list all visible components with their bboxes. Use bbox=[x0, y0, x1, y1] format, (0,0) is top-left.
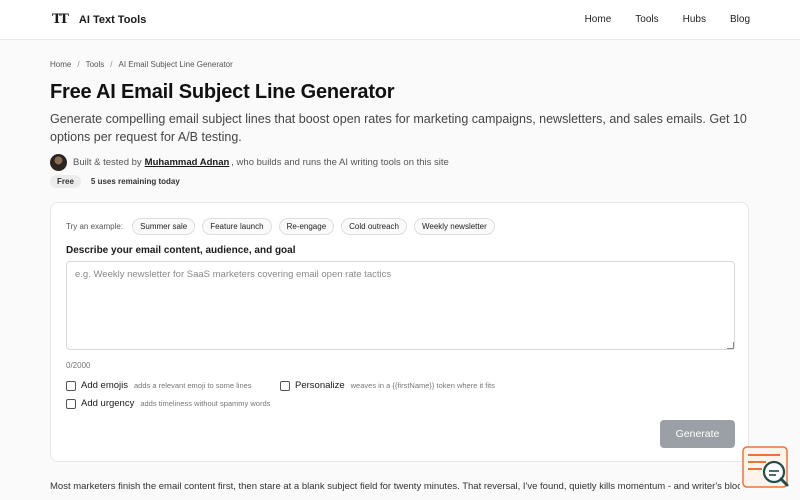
author-link[interactable]: Muhammad Adnan bbox=[145, 157, 230, 168]
add-emojis-hint: adds a relevant emoji to some lines bbox=[134, 381, 252, 390]
free-badge: Free bbox=[50, 175, 81, 188]
option-personalize: Personalize weaves in a {{firstName}} to… bbox=[280, 380, 495, 391]
add-emojis-checkbox[interactable] bbox=[66, 380, 76, 391]
search-chat-icon[interactable] bbox=[742, 445, 790, 493]
generate-button[interactable]: Generate bbox=[660, 420, 735, 448]
examples-label: Try an example: bbox=[66, 222, 124, 231]
breadcrumb-home[interactable]: Home bbox=[50, 60, 71, 69]
add-emojis-label[interactable]: Add emojis bbox=[81, 380, 128, 391]
main-nav: Home Tools Hubs Blog bbox=[585, 14, 750, 25]
example-chip-summer-sale[interactable]: Summer sale bbox=[132, 218, 196, 235]
author-prefix: Built & tested by bbox=[73, 157, 142, 168]
add-urgency-hint: adds timeliness without spammy words bbox=[140, 399, 271, 408]
nav-hubs[interactable]: Hubs bbox=[683, 14, 706, 25]
description-input[interactable] bbox=[66, 261, 735, 350]
main-content: Home / Tools / AI Email Subject Line Gen… bbox=[0, 60, 800, 188]
nav-home[interactable]: Home bbox=[585, 14, 612, 25]
example-chip-weekly-newsletter[interactable]: Weekly newsletter bbox=[413, 218, 495, 235]
breadcrumb: Home / Tools / AI Email Subject Line Gen… bbox=[50, 60, 750, 69]
example-chip-re-engage[interactable]: Re-engage bbox=[278, 218, 335, 235]
top-navbar: TT AI Text Tools Home Tools Hubs Blog bbox=[0, 0, 800, 40]
author-line: Built & tested by Muhammad Adnan , who b… bbox=[50, 154, 750, 171]
generator-card: Try an example: Summer sale Feature laun… bbox=[50, 202, 749, 462]
resize-handle-icon[interactable] bbox=[727, 342, 734, 349]
char-counter: 0/2000 bbox=[66, 361, 91, 370]
add-urgency-label[interactable]: Add urgency bbox=[81, 398, 134, 409]
nav-tools[interactable]: Tools bbox=[635, 14, 658, 25]
breadcrumb-tools[interactable]: Tools bbox=[86, 60, 105, 69]
author-suffix: , who builds and runs the AI writing too… bbox=[231, 157, 449, 168]
breadcrumb-separator: / bbox=[110, 60, 113, 69]
breadcrumb-current: AI Email Subject Line Generator bbox=[118, 60, 233, 69]
personalize-label[interactable]: Personalize bbox=[295, 380, 345, 391]
author-avatar bbox=[50, 154, 67, 171]
intro-paragraph: Most marketers finish the email content … bbox=[50, 481, 740, 492]
badges-row: Free 5 uses remaining today bbox=[50, 175, 750, 188]
nav-blog[interactable]: Blog bbox=[730, 14, 750, 25]
breadcrumb-separator: / bbox=[77, 60, 80, 69]
example-chip-cold-outreach[interactable]: Cold outreach bbox=[341, 218, 407, 235]
page-title: Free AI Email Subject Line Generator bbox=[50, 81, 395, 103]
option-add-emojis: Add emojis adds a relevant emoji to some… bbox=[66, 380, 252, 391]
add-urgency-checkbox[interactable] bbox=[66, 398, 76, 409]
page-subtitle: Generate compelling email subject lines … bbox=[50, 112, 747, 144]
personalize-hint: weaves in a {{firstName}} token where it… bbox=[350, 381, 495, 390]
logo-icon[interactable]: TT bbox=[52, 12, 69, 27]
personalize-checkbox[interactable] bbox=[280, 380, 290, 391]
description-label: Describe your email content, audience, a… bbox=[66, 245, 296, 256]
example-chip-feature-launch[interactable]: Feature launch bbox=[202, 218, 272, 235]
uses-remaining: 5 uses remaining today bbox=[90, 177, 180, 186]
examples-row: Try an example: Summer sale Feature laun… bbox=[66, 218, 495, 235]
site-name[interactable]: AI Text Tools bbox=[79, 14, 146, 26]
option-add-urgency: Add urgency adds timeliness without spam… bbox=[66, 398, 270, 409]
